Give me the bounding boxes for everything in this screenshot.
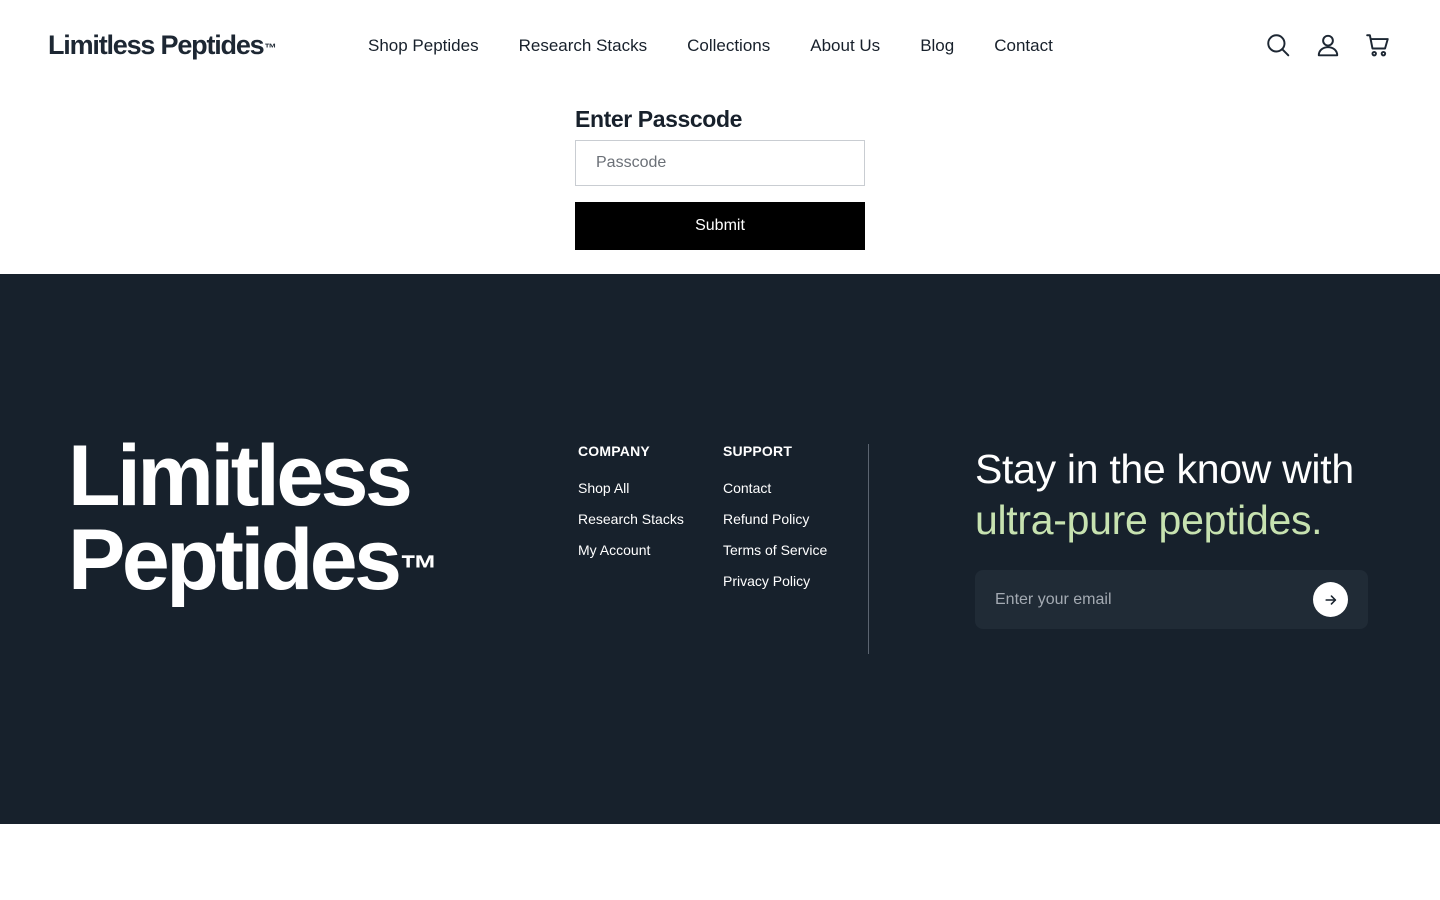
footer-company-column: COMPANY Shop All Research Stacks My Acco… [578, 442, 684, 572]
footer-link-research-stacks[interactable]: Research Stacks [578, 510, 684, 528]
logo-trademark: ™ [264, 41, 277, 56]
footer-logo-trademark: ™ [399, 547, 439, 591]
header-actions [1264, 31, 1392, 59]
nav-contact[interactable]: Contact [994, 35, 1053, 57]
footer-link-contact[interactable]: Contact [723, 479, 827, 497]
passcode-input[interactable] [575, 140, 865, 186]
newsletter-submit-button[interactable] [1313, 582, 1348, 617]
main-nav: Shop Peptides Research Stacks Collection… [368, 35, 1053, 57]
passcode-title: Enter Passcode [575, 106, 742, 132]
footer-logo: Limitless Peptides™ [68, 428, 439, 603]
footer-link-refund-policy[interactable]: Refund Policy [723, 510, 827, 528]
site-footer: Limitless Peptides™ COMPANY Shop All Res… [0, 274, 1440, 824]
footer-logo-line1: Limitless [68, 428, 413, 524]
nav-research-stacks[interactable]: Research Stacks [519, 35, 648, 57]
cart-icon[interactable] [1364, 31, 1392, 59]
footer-support-column: SUPPORT Contact Refund Policy Terms of S… [723, 442, 827, 603]
nav-collections[interactable]: Collections [687, 35, 770, 57]
nav-about-us[interactable]: About Us [810, 35, 880, 57]
footer-support-heading: SUPPORT [723, 443, 793, 459]
account-icon[interactable] [1314, 31, 1342, 59]
footer-link-terms-of-service[interactable]: Terms of Service [723, 541, 827, 559]
site-logo[interactable]: Limitless Peptides™ [48, 29, 277, 61]
newsletter-form [975, 570, 1368, 629]
footer-link-my-account[interactable]: My Account [578, 541, 684, 559]
footer-link-privacy-policy[interactable]: Privacy Policy [723, 572, 827, 590]
newsletter-heading-accent: ultra-pure peptides. [975, 497, 1323, 543]
submit-button[interactable]: Submit [575, 202, 865, 250]
footer-logo-line2: Peptides [68, 512, 402, 608]
logo-text: Limitless Peptides [48, 30, 265, 60]
newsletter-heading-line1: Stay in the know with [975, 446, 1354, 492]
footer-link-shop-all[interactable]: Shop All [578, 479, 684, 497]
footer-company-heading: COMPANY [578, 443, 650, 459]
search-icon[interactable] [1264, 31, 1292, 59]
newsletter-heading: Stay in the know with ultra-pure peptide… [975, 444, 1395, 546]
nav-shop-peptides[interactable]: Shop Peptides [368, 35, 479, 57]
arrow-right-icon [1324, 594, 1336, 605]
email-input[interactable] [975, 570, 1313, 629]
footer-divider [868, 444, 869, 654]
passcode-form: Enter Passcode Submit [575, 104, 865, 250]
nav-blog[interactable]: Blog [920, 35, 954, 57]
site-header: Limitless Peptides™ Shop Peptides Resear… [0, 0, 1440, 92]
